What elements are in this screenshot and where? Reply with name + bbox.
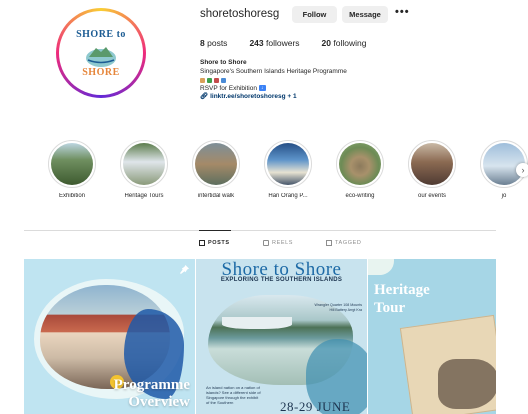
profile-stats: 8 posts 243 followers 20 following xyxy=(200,38,366,48)
boat-emoji-icon xyxy=(200,77,205,83)
highlight-label: our events xyxy=(417,193,447,199)
down-arrow-icon: ↓ xyxy=(258,84,266,91)
highlight-hari-orang[interactable]: Hari Orang P... xyxy=(258,140,318,199)
post-programme-overview[interactable]: Programme Overview xyxy=(24,259,195,414)
highlight-label: Heritage Tours xyxy=(124,193,164,199)
post-exploring-southern-islands[interactable]: Shore to Shore EXPLORING THE SOUTHERN IS… xyxy=(196,259,367,414)
highlight-label: eco-writing xyxy=(345,193,375,199)
link-icon: 🔗︎ xyxy=(200,93,209,100)
profile-username: shoretoshoresg xyxy=(200,8,280,20)
highlight-heritage-tours[interactable]: Heritage Tours xyxy=(114,140,174,199)
highlight-intertidal-walk[interactable]: intertidal walk xyxy=(186,140,246,199)
highlight-cover-image xyxy=(195,143,237,185)
active-tab-indicator xyxy=(199,230,231,231)
profile-bio: Shore to Shore Singapore's Southern Isla… xyxy=(200,59,347,102)
profile-link[interactable]: 🔗︎ linktr.ee/shoretoshoresg + 1 xyxy=(200,93,347,102)
tab-reels[interactable]: REELS xyxy=(263,240,293,246)
bio-rsvp-line: RSVP for Exhibition ↓ xyxy=(200,85,347,94)
more-options-icon[interactable]: ••• xyxy=(395,6,410,18)
post-venue-note: Wrangler Quarter 108 Mounts Hill Battery… xyxy=(314,303,362,312)
tabs-divider xyxy=(24,230,496,231)
highlight-our-events[interactable]: our events xyxy=(402,140,462,199)
post-subtitle: EXPLORING THE SOUTHERN ISLANDS xyxy=(220,277,343,283)
logo-corner-icon xyxy=(368,259,394,275)
profile-avatar[interactable]: SHORE to SHORE xyxy=(56,8,146,98)
highlight-label: intertidal walk xyxy=(197,193,235,199)
followers-stat[interactable]: 243 followers xyxy=(249,38,299,48)
message-button[interactable]: Message xyxy=(342,6,388,23)
reels-icon xyxy=(263,240,269,246)
highlight-cover-image xyxy=(267,143,309,185)
island-emoji-icon xyxy=(207,77,212,83)
highlight-cover-image xyxy=(51,143,93,185)
following-stat[interactable]: 20 following xyxy=(322,38,367,48)
island-logo-icon xyxy=(86,47,116,67)
tab-posts[interactable]: POSTS xyxy=(199,240,230,246)
logo-text-top: SHORE to xyxy=(76,29,126,40)
pinned-post-icon xyxy=(180,265,189,274)
highlight-label: jo xyxy=(501,193,507,199)
follow-button[interactable]: Follow xyxy=(292,6,337,23)
highlight-cover-image xyxy=(339,143,381,185)
shore-to-shore-logo: SHORE to SHORE xyxy=(62,14,140,92)
post-heritage-tour[interactable]: Heritage Tour xyxy=(368,259,496,414)
bio-emoji-row xyxy=(200,76,347,85)
logo-text-bottom: SHORE xyxy=(82,67,120,78)
tagged-icon xyxy=(326,240,332,246)
post-title: Programme Overview xyxy=(113,377,190,410)
bio-description: Singapore's Southern Islands Heritage Pr… xyxy=(200,67,347,75)
boat-shape xyxy=(222,317,292,329)
post-body-text: An island nation on a nation of islands?… xyxy=(206,385,261,405)
post-date: 28-29 JUNE xyxy=(280,399,351,414)
posts-count-stat: 8 posts xyxy=(200,38,228,48)
profile-display-name: Shore to Shore xyxy=(200,59,247,66)
highlight-exhibition[interactable]: Exhibition xyxy=(42,140,102,199)
tab-tagged[interactable]: TAGGED xyxy=(326,240,361,246)
people-emoji-icon xyxy=(214,77,219,83)
highlight-cover-image xyxy=(411,143,453,185)
highlight-label: Hari Orang P... xyxy=(268,193,308,199)
wave-emoji-icon xyxy=(221,77,226,83)
grid-icon xyxy=(199,240,205,246)
highlight-eco-writing[interactable]: eco-writing xyxy=(330,140,390,199)
highlights-next-arrow-icon[interactable]: › xyxy=(516,163,528,177)
highlight-label: Exhibition xyxy=(58,193,85,199)
post-title: Heritage Tour xyxy=(374,282,430,316)
highlight-cover-image xyxy=(123,143,165,185)
